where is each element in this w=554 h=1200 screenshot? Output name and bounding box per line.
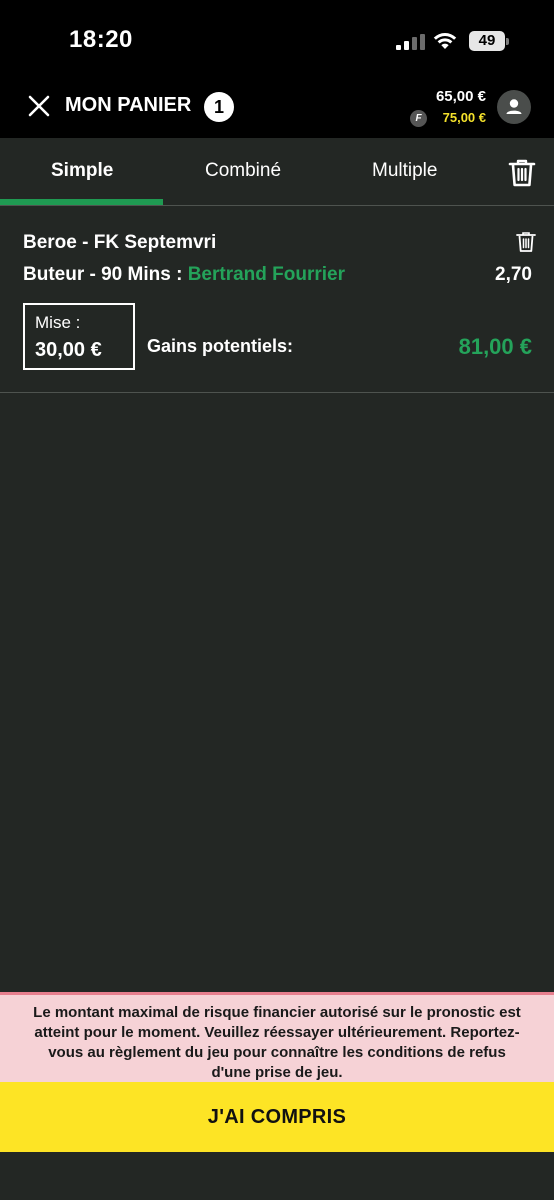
- tab-multiple[interactable]: Multiple: [372, 160, 437, 182]
- remove-bet-trash-icon[interactable]: [516, 231, 536, 253]
- trash-icon[interactable]: [508, 158, 536, 188]
- battery-level: 49: [469, 31, 505, 51]
- page-title: MON PANIER: [65, 94, 192, 116]
- top-bar: 18:20 49 MON PANIER 1 65,00 € F 75,00 €: [0, 0, 554, 138]
- stake-input[interactable]: Mise : 30,00 €: [23, 303, 135, 370]
- bottom-area: [0, 1152, 554, 1200]
- error-alert: Le montant maximal de risque financier a…: [0, 992, 554, 1082]
- wifi-icon: [433, 33, 457, 49]
- signal-icon: [396, 34, 425, 50]
- user-icon[interactable]: [497, 90, 531, 124]
- potential-gains-label: Gains potentiels:: [147, 336, 294, 356]
- battery-icon: 49: [469, 31, 509, 51]
- bet-selection: Bertrand Fourrier: [187, 264, 345, 285]
- stake-value: 30,00 €: [35, 339, 102, 361]
- bet-item: Beroe - FK Septemvri Buteur - 90 Mins : …: [0, 207, 554, 393]
- tab-combine[interactable]: Combiné: [205, 160, 281, 182]
- balance-main: 65,00 €: [435, 88, 486, 105]
- balance-bonus: 75,00 €: [442, 110, 486, 125]
- tab-simple[interactable]: Simple: [51, 160, 113, 182]
- stake-label: Mise :: [35, 313, 81, 332]
- avatar-glyph: [506, 99, 522, 114]
- bet-market-label: Buteur - 90 Mins :: [23, 264, 188, 285]
- acknowledge-button[interactable]: J'AI COMPRIS: [0, 1082, 554, 1152]
- active-tab-indicator: [0, 199, 163, 205]
- bet-market: Buteur - 90 Mins : Bertrand Fourrier: [23, 264, 345, 286]
- bet-type-tabs: Simple Combiné Multiple: [0, 138, 554, 206]
- bet-match-name: Beroe - FK Septemvri: [23, 232, 217, 253]
- status-time: 18:20: [69, 26, 133, 53]
- potential-gains-value: 81,00 €: [458, 334, 532, 359]
- cart-count-badge: 1: [204, 92, 234, 122]
- bet-odds: 2,70: [495, 264, 532, 285]
- close-icon[interactable]: [27, 94, 51, 118]
- alert-message: Le montant maximal de risque financier a…: [33, 1004, 521, 1081]
- bonus-coin-icon: F: [410, 110, 427, 127]
- battery-tip: [506, 38, 509, 45]
